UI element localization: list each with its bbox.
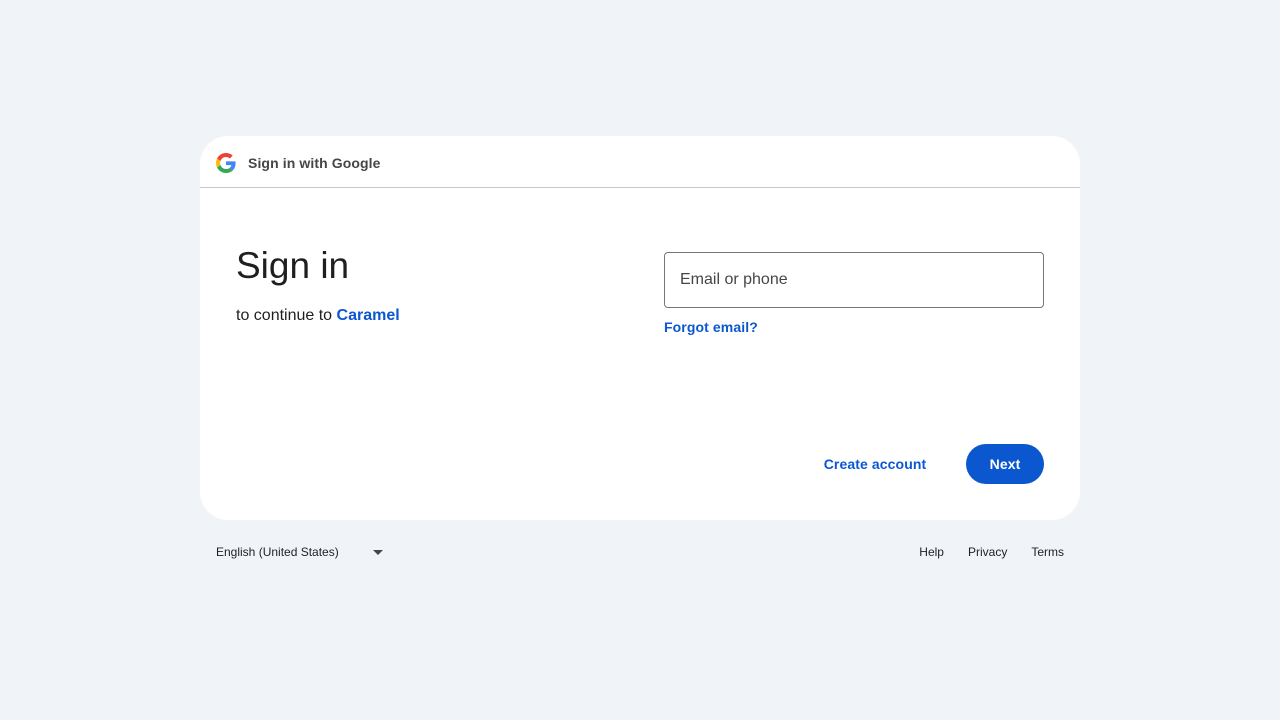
footer-links: Help Privacy Terms xyxy=(907,532,1076,572)
sign-in-card: Sign in with Google Sign in to continue … xyxy=(200,136,1080,520)
next-button[interactable]: Next xyxy=(966,444,1044,484)
email-field-container xyxy=(664,252,1044,308)
forgot-email-link[interactable]: Forgot email? xyxy=(664,319,758,335)
subtitle-prefix: to continue to xyxy=(236,307,333,324)
language-select[interactable]: English (United States) xyxy=(200,532,390,572)
card-header: Sign in with Google xyxy=(200,136,1080,188)
language-label: English (United States) xyxy=(216,545,339,559)
subtitle: to continue to Caramel xyxy=(236,305,400,327)
caret-down-icon xyxy=(373,550,383,555)
header-title: Sign in with Google xyxy=(248,155,381,171)
terms-link[interactable]: Terms xyxy=(1019,532,1076,572)
footer: English (United States) Help Privacy Ter… xyxy=(200,532,1080,572)
email-field[interactable] xyxy=(665,253,1043,307)
help-link[interactable]: Help xyxy=(907,532,956,572)
app-name-link[interactable]: Caramel xyxy=(337,307,400,324)
create-account-button[interactable]: Create account xyxy=(810,444,940,484)
privacy-link[interactable]: Privacy xyxy=(956,532,1019,572)
google-g-icon xyxy=(216,153,236,173)
page-title: Sign in xyxy=(236,245,350,286)
